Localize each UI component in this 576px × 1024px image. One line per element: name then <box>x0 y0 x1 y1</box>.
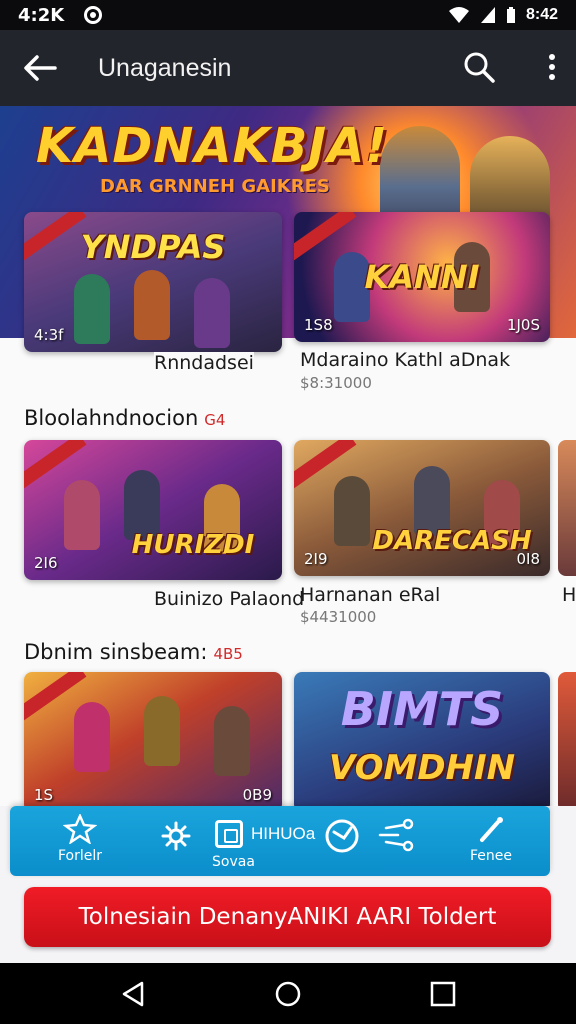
search-icon[interactable] <box>462 50 496 84</box>
square-icon <box>215 820 243 848</box>
status-bar: 4:2K 8:42 <box>0 0 576 30</box>
section-title-text: Dbnim sinsbeam: <box>24 640 208 664</box>
section-title-text: Bloolahndnocion <box>24 406 199 430</box>
game-card[interactable]: KANNI 1S8 1J0S <box>294 212 550 342</box>
section-count: 4B5 <box>213 645 243 663</box>
gear-icon[interactable] <box>160 820 192 852</box>
content-scroll[interactable]: KADNAKBJA! DAR GRNNEH GAIKRES YNDPAS 4:3… <box>0 106 576 806</box>
card-character <box>144 696 180 766</box>
system-nav-bar <box>0 963 576 1024</box>
game-card-peek[interactable] <box>558 440 576 576</box>
card-character <box>214 706 250 776</box>
status-right: 8:42 <box>448 6 558 24</box>
card-title: Buinizo Palaond <box>154 588 305 610</box>
nav-recents-icon[interactable] <box>428 979 458 1009</box>
card-logo: KANNI <box>364 258 480 296</box>
card-title: Mdaraino Kathl aDnak <box>300 349 511 371</box>
card-character <box>74 274 110 344</box>
tab-fenee[interactable]: Fenee <box>470 814 512 864</box>
game-card[interactable]: YNDPAS 4:3f <box>24 212 282 352</box>
card-character <box>64 480 100 550</box>
game-card[interactable]: HURIZDI 2I6 <box>24 440 282 580</box>
battery-icon <box>506 7 515 23</box>
card-count: 1S8 <box>304 316 333 334</box>
card-count: 2I6 <box>34 554 58 572</box>
card-count: 1J0S <box>506 316 540 334</box>
share-icon[interactable] <box>378 818 416 852</box>
card-character <box>194 278 230 348</box>
card-count: 0B9 <box>242 786 272 804</box>
card-logo: BIMTS <box>340 682 504 736</box>
card-character <box>74 702 110 772</box>
back-button[interactable] <box>0 30 80 106</box>
send-circle-icon[interactable] <box>324 818 360 854</box>
card-count: 2I9 <box>304 550 328 568</box>
card-price: $8:31000 <box>300 374 372 392</box>
arrow-left-icon <box>24 55 57 81</box>
page-title: Unaganesin <box>98 53 232 82</box>
hero-subtitle: DAR GRNNEH GAIKRES <box>100 176 330 197</box>
card-count: 1S <box>34 786 54 804</box>
tab-label: Sovaa <box>212 854 255 870</box>
status-time: 4:2K <box>18 4 65 26</box>
more-vert-icon[interactable] <box>546 52 558 82</box>
card-logo: HURIZDI <box>131 530 255 560</box>
app-bar: Unaganesin <box>0 30 576 106</box>
tab-center-text: HIHUOa <box>251 824 316 843</box>
card-title: Rnndadsei <box>154 352 254 374</box>
card-logo-sub: VOMDHIN <box>328 748 516 788</box>
tab-label: Forlelr <box>58 848 103 864</box>
wand-icon <box>480 817 503 842</box>
game-card-peek[interactable] <box>558 672 576 806</box>
card-title-peek: H <box>562 584 576 606</box>
record-icon <box>84 6 103 24</box>
section-title: Bloolahndnocion G4 <box>24 406 225 430</box>
card-title: Harnanan eRal <box>300 584 441 606</box>
section-title: Dbnim sinsbeam: 4B5 <box>24 640 243 664</box>
bottom-tab-bar: Forlelr HIHUOa Sovaa Fenee <box>10 806 550 876</box>
tab-forlelr[interactable]: Forlelr <box>58 814 102 864</box>
game-card[interactable]: 1S 0B9 <box>24 672 282 806</box>
game-card[interactable]: DARECASH 2I9 0I8 <box>294 440 550 576</box>
card-character <box>134 270 170 340</box>
tab-center[interactable]: HIHUOa <box>215 820 315 848</box>
card-count: 4:3f <box>34 326 64 344</box>
nav-back-icon[interactable] <box>118 979 148 1009</box>
signal-icon <box>480 7 495 23</box>
star-badge-icon <box>63 814 98 844</box>
nav-home-icon[interactable] <box>273 979 303 1009</box>
cta-button[interactable]: Tolnesiain DenanyANIKI AARI Toldert <box>24 887 551 947</box>
tab-label: Fenee <box>470 848 512 864</box>
status-clock: 8:42 <box>525 6 558 23</box>
section-count: G4 <box>204 411 226 429</box>
card-count: 0I8 <box>516 550 540 568</box>
hero-title: KADNAKBJA! <box>36 118 389 174</box>
game-card[interactable]: BIMTS VOMDHIN <box>294 672 550 806</box>
card-price: $4431000 <box>300 608 377 626</box>
card-logo: YNDPAS <box>80 228 226 266</box>
wifi-icon <box>448 7 469 23</box>
